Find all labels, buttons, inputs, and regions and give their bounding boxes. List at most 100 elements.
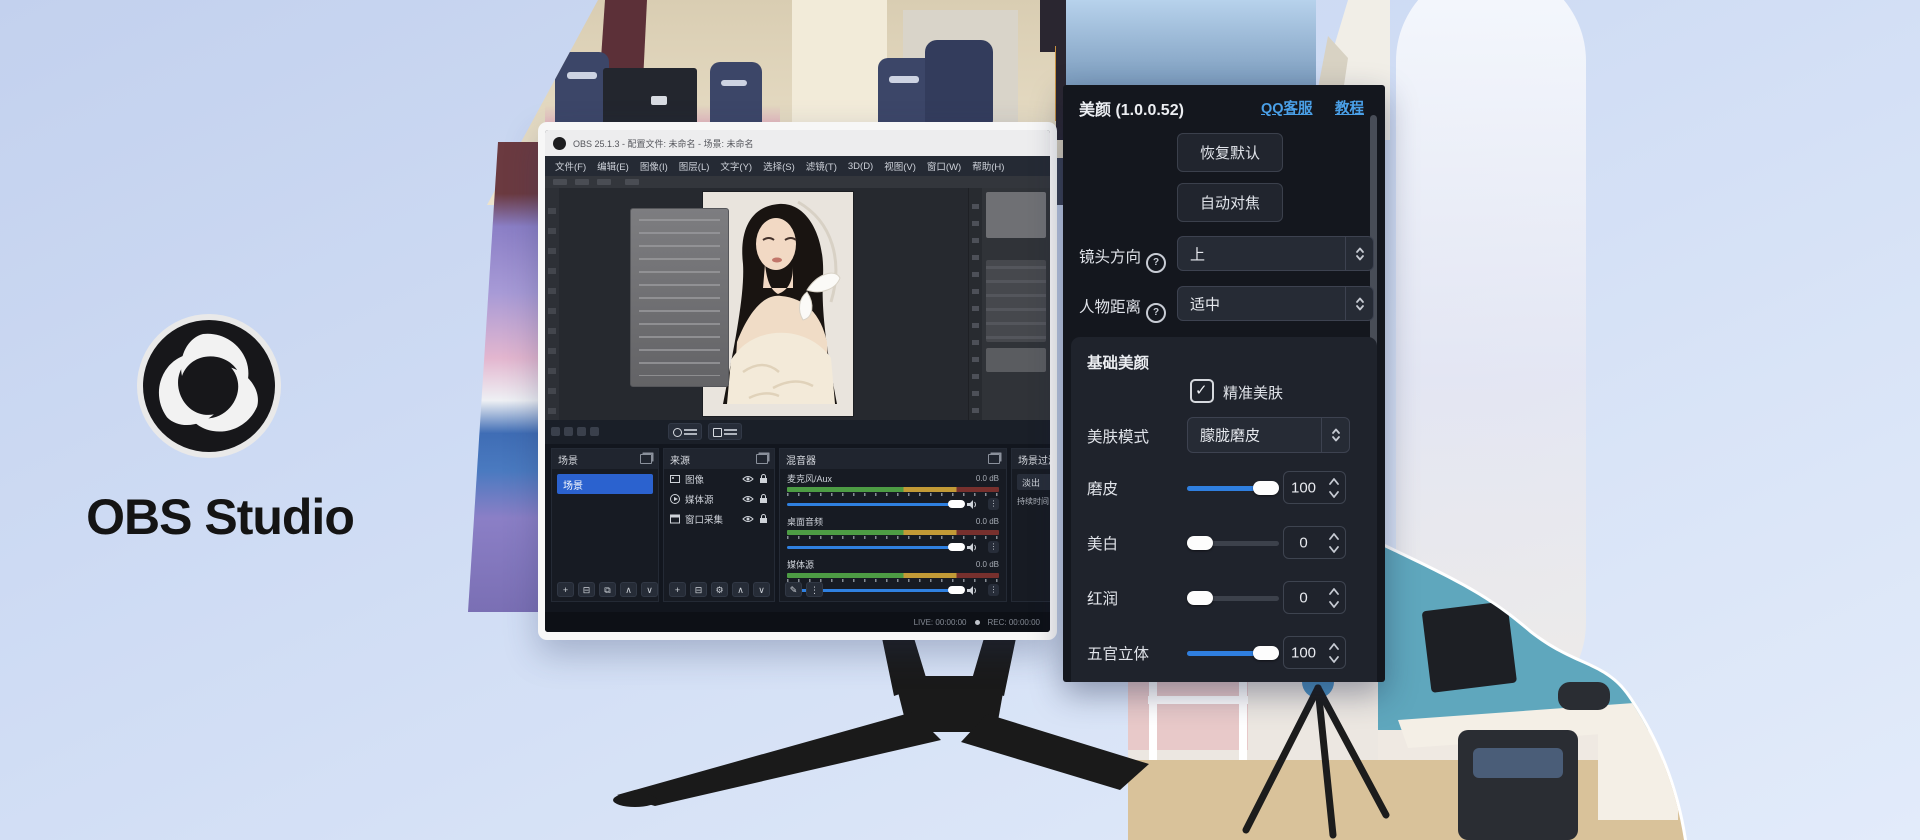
spinbox-arrows-icon[interactable] xyxy=(1328,640,1340,671)
mixer-menu-button[interactable]: ⋮ xyxy=(806,582,823,597)
select-chevrons-icon[interactable] xyxy=(1345,287,1373,320)
slider-thumb[interactable] xyxy=(1253,646,1279,660)
rec-status: REC: 00:00:00 xyxy=(988,618,1040,627)
smoothing-slider-row: 磨皮 100 xyxy=(1071,470,1377,506)
source-down-button[interactable]: ∨ xyxy=(753,582,770,597)
autofocus-button[interactable]: 自动对焦 xyxy=(1177,183,1283,222)
slider-thumb[interactable] xyxy=(1253,481,1279,495)
precise-skin-checkbox[interactable]: ✓ xyxy=(1190,379,1214,403)
source-row[interactable]: 图像 xyxy=(664,469,774,489)
mixer-dock-title: 混音器 xyxy=(786,452,816,467)
spinbox-arrows-icon[interactable] xyxy=(1328,475,1340,506)
volume-meter xyxy=(787,487,999,492)
skin-mode-select[interactable]: 朦胧磨皮 xyxy=(1187,417,1350,453)
menu-item[interactable]: 编辑(E) xyxy=(597,159,629,173)
volume-slider[interactable]: ⋮ xyxy=(787,498,999,510)
volume-meter xyxy=(787,530,999,535)
tutorial-link[interactable]: 教程 xyxy=(1335,97,1364,118)
menu-item[interactable]: 图层(L) xyxy=(679,159,710,173)
monitor-screen: OBS 25.1.3 - 配置文件: 未命名 - 场景: 未命名 文件(F) 编… xyxy=(545,130,1050,632)
lock-icon[interactable] xyxy=(759,514,768,524)
scene-down-button[interactable]: ∨ xyxy=(641,582,658,597)
obs-logo xyxy=(133,310,285,462)
features-3d-value-spinbox[interactable]: 100 xyxy=(1283,636,1346,669)
menu-item[interactable]: 选择(S) xyxy=(763,159,795,173)
rosy-slider[interactable] xyxy=(1187,596,1279,601)
lock-icon[interactable] xyxy=(759,494,768,504)
camera-direction-select[interactable]: 上 xyxy=(1177,236,1374,271)
ps-workspace xyxy=(545,188,1050,420)
section-title: 基础美颜 xyxy=(1087,351,1149,373)
features-3d-slider[interactable] xyxy=(1187,651,1279,656)
qq-support-link[interactable]: QQ客服 xyxy=(1261,97,1313,118)
restore-default-button[interactable]: 恢复默认 xyxy=(1177,133,1283,172)
add-source-button[interactable]: + xyxy=(669,582,686,597)
volume-slider[interactable]: ⋮ xyxy=(787,541,999,553)
panel-title: 美颜 (1.0.0.52) xyxy=(1079,96,1184,120)
camera-direction-label: 镜头方向? xyxy=(1079,245,1166,273)
ps-floating-panel[interactable] xyxy=(630,208,729,387)
remove-source-button[interactable]: ⊟ xyxy=(690,582,707,597)
monitor: OBS 25.1.3 - 配置文件: 未命名 - 场景: 未命名 文件(F) 编… xyxy=(538,122,1057,640)
person-distance-label: 人物距离? xyxy=(1079,295,1166,323)
image-source-icon xyxy=(670,474,680,484)
select-chevrons-icon[interactable] xyxy=(1321,418,1349,452)
source-properties-button[interactable]: ⚙ xyxy=(711,582,728,597)
visibility-eye-icon[interactable] xyxy=(742,515,754,523)
mixer-channel: 桌面音频0.0 dB ⋮ xyxy=(780,512,1006,555)
menu-item[interactable]: 3D(D) xyxy=(848,161,873,172)
menu-item[interactable]: 图像(I) xyxy=(640,159,668,173)
slider-thumb[interactable] xyxy=(1187,591,1213,605)
volume-meter xyxy=(787,573,999,578)
channel-settings-button[interactable]: ⋮ xyxy=(988,541,999,553)
smoothing-slider[interactable] xyxy=(1187,486,1279,491)
speaker-icon[interactable] xyxy=(967,586,977,595)
transition-select[interactable]: 淡出▾ xyxy=(1017,474,1050,490)
channel-settings-button[interactable]: ⋮ xyxy=(988,584,999,596)
slider-label: 美白 xyxy=(1087,532,1118,554)
source-up-button[interactable]: ∧ xyxy=(732,582,749,597)
source-row[interactable]: 窗口采集 xyxy=(664,509,774,529)
dock-menu-icon[interactable] xyxy=(640,454,652,464)
ps-right-dock[interactable] xyxy=(968,188,1050,420)
layout-toggle-button[interactable] xyxy=(708,423,742,440)
help-icon[interactable]: ? xyxy=(1146,303,1166,323)
menu-item[interactable]: 文件(F) xyxy=(555,159,586,173)
slider-label: 红润 xyxy=(1087,587,1118,609)
visibility-eye-icon[interactable] xyxy=(742,475,754,483)
whitening-slider[interactable] xyxy=(1187,541,1279,546)
transitions-dock: 场景过渡 淡出▾ 持续时间 300 ms xyxy=(1011,448,1050,602)
menu-item[interactable]: 视图(V) xyxy=(884,159,916,173)
scene-up-button[interactable]: ∧ xyxy=(620,582,637,597)
menu-item[interactable]: 文字(Y) xyxy=(720,159,752,173)
source-row[interactable]: 媒体源 xyxy=(664,489,774,509)
speaker-icon[interactable] xyxy=(967,500,977,509)
menu-item[interactable]: 窗口(W) xyxy=(927,159,961,173)
speaker-icon[interactable] xyxy=(967,543,977,552)
dock-menu-icon[interactable] xyxy=(988,454,1000,464)
whitening-slider-row: 美白 0 xyxy=(1071,525,1377,561)
preview-toggle-button[interactable] xyxy=(668,423,702,440)
visibility-eye-icon[interactable] xyxy=(742,495,754,503)
slider-thumb[interactable] xyxy=(1187,536,1213,550)
whitening-value-spinbox[interactable]: 0 xyxy=(1283,526,1346,559)
person-distance-select[interactable]: 适中 xyxy=(1177,286,1374,321)
scene-filters-button[interactable]: ⧉ xyxy=(599,582,616,597)
remove-scene-button[interactable]: ⊟ xyxy=(578,582,595,597)
menu-item[interactable]: 滤镜(T) xyxy=(806,159,837,173)
rosy-value-spinbox[interactable]: 0 xyxy=(1283,581,1346,614)
select-chevrons-icon[interactable] xyxy=(1345,237,1373,270)
scene-item-selected[interactable]: 场景 xyxy=(557,474,653,494)
ps-toolbar[interactable] xyxy=(545,188,559,420)
smoothing-value-spinbox[interactable]: 100 xyxy=(1283,471,1346,504)
menu-item[interactable]: 帮助(H) xyxy=(972,159,1004,173)
add-scene-button[interactable]: + xyxy=(557,582,574,597)
channel-settings-button[interactable]: ⋮ xyxy=(988,498,999,510)
mixer-config-button[interactable]: ✎ xyxy=(785,582,802,597)
spinbox-arrows-icon[interactable] xyxy=(1328,585,1340,616)
dock-menu-icon[interactable] xyxy=(756,454,768,464)
lock-icon[interactable] xyxy=(759,474,768,484)
obs-status-bar: LIVE: 00:00:00 REC: 00:00:00 xyxy=(545,612,1050,632)
help-icon[interactable]: ? xyxy=(1146,253,1166,273)
spinbox-arrows-icon[interactable] xyxy=(1328,530,1340,561)
